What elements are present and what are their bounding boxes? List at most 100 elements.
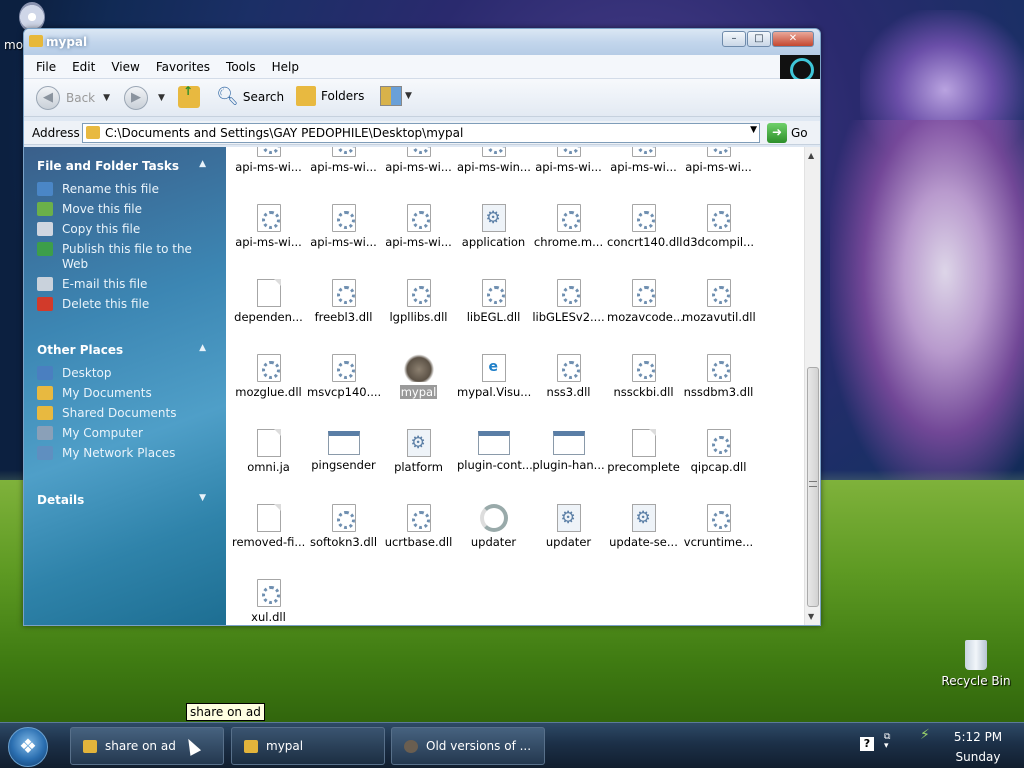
- taskbar-item-old-versions[interactable]: Old versions of ...: [391, 727, 545, 765]
- other-places-header[interactable]: Other Places ▲: [37, 343, 212, 361]
- collapse-icon[interactable]: ▲: [199, 343, 206, 353]
- clock[interactable]: 5:12 PM Sunday: [948, 727, 1008, 767]
- forward-button[interactable]: ▶ ▼: [124, 86, 165, 110]
- scroll-down-icon[interactable]: ▼: [808, 612, 814, 621]
- file-list[interactable]: api-ms-wi... api-ms-wi... api-ms-wi... api-…: [226, 147, 804, 625]
- file-item[interactable]: libEGL.dll: [456, 279, 531, 324]
- desktop-icon-recycle-bin[interactable]: Recycle Bin: [940, 640, 1012, 688]
- file-task-1[interactable]: Move this file: [37, 202, 212, 217]
- file-item[interactable]: pingsender: [306, 429, 381, 472]
- file-item[interactable]: nssckbi.dll: [606, 354, 681, 399]
- details-header[interactable]: Details ▼: [37, 493, 212, 511]
- taskbar-item-share-on-ad[interactable]: share on ad: [70, 727, 224, 765]
- file-item[interactable]: removed-fi...: [231, 504, 306, 549]
- file-item[interactable]: plugin-cont...: [456, 429, 533, 472]
- scroll-up-icon[interactable]: ▲: [808, 151, 814, 160]
- file-task-5[interactable]: Delete this file: [37, 297, 212, 312]
- file-item[interactable]: api-ms-wi...: [381, 147, 456, 174]
- forward-dropdown-icon[interactable]: ▼: [158, 93, 165, 103]
- file-item[interactable]: api-ms-win...: [456, 147, 531, 174]
- file-task-2[interactable]: Copy this file: [37, 222, 212, 237]
- network-icon[interactable]: ⚡: [920, 727, 936, 743]
- file-item[interactable]: mypal.Visu...: [456, 354, 531, 399]
- back-dropdown-icon[interactable]: ▼: [103, 93, 110, 103]
- file-item[interactable]: updater: [456, 504, 531, 549]
- file-item[interactable]: nssdbm3.dll: [681, 354, 756, 399]
- back-button[interactable]: ◀ Back ▼: [36, 86, 110, 110]
- menu-tools[interactable]: Tools: [218, 60, 264, 74]
- file-item[interactable]: omni.ja: [231, 429, 306, 474]
- menu-edit[interactable]: Edit: [64, 60, 103, 74]
- file-item[interactable]: api-ms-wi...: [231, 204, 306, 249]
- file-item[interactable]: precomplete: [606, 429, 681, 474]
- other-place-icon: [37, 366, 53, 380]
- file-item[interactable]: qipcap.dll: [681, 429, 756, 474]
- file-item-label: api-ms-wi...: [385, 235, 452, 249]
- file-task-0[interactable]: Rename this file: [37, 182, 212, 197]
- folders-button[interactable]: Folders: [296, 86, 364, 106]
- file-item[interactable]: xul.dll: [231, 579, 306, 624]
- menu-help[interactable]: Help: [264, 60, 307, 74]
- vertical-scrollbar[interactable]: ▲ ▼: [804, 147, 820, 625]
- address-dropdown-icon[interactable]: ▼: [750, 125, 757, 135]
- file-item[interactable]: updater: [531, 504, 606, 549]
- other-place-0[interactable]: Desktop: [37, 366, 212, 381]
- file-task-3[interactable]: Publish this file to the Web: [37, 242, 212, 272]
- file-item[interactable]: ucrtbase.dll: [381, 504, 456, 549]
- file-item[interactable]: mypal: [381, 354, 456, 399]
- collapse-icon[interactable]: ▲: [199, 159, 206, 169]
- close-button[interactable]: ✕: [772, 31, 814, 47]
- help-icon[interactable]: ?: [860, 737, 874, 751]
- file-item[interactable]: mozavutil.dll: [681, 279, 756, 324]
- menu-view[interactable]: View: [103, 60, 147, 74]
- file-item[interactable]: mozglue.dll: [231, 354, 306, 399]
- maximize-button[interactable]: □: [747, 31, 771, 47]
- file-item[interactable]: libGLESv2....: [531, 279, 606, 324]
- file-item[interactable]: platform: [381, 429, 456, 474]
- file-item[interactable]: api-ms-wi...: [306, 204, 381, 249]
- taskbar-item-mypal[interactable]: mypal: [231, 727, 385, 765]
- file-task-4[interactable]: E-mail this file: [37, 277, 212, 292]
- file-item[interactable]: lgpllibs.dll: [381, 279, 456, 324]
- views-button[interactable]: ▼: [380, 86, 412, 106]
- file-item[interactable]: mozavcode...: [606, 279, 684, 324]
- other-place-3[interactable]: My Computer: [37, 426, 212, 441]
- menu-file[interactable]: File: [28, 60, 64, 74]
- file-item[interactable]: softokn3.dll: [306, 504, 381, 549]
- file-item[interactable]: d3dcompil...: [681, 204, 756, 249]
- file-item[interactable]: vcruntime...: [681, 504, 756, 549]
- go-arrow-icon[interactable]: ➜: [767, 123, 787, 143]
- file-item[interactable]: nss3.dll: [531, 354, 606, 399]
- go-button[interactable]: Go: [791, 126, 808, 140]
- file-item[interactable]: dependen...: [231, 279, 306, 324]
- file-item[interactable]: freebl3.dll: [306, 279, 381, 324]
- file-item[interactable]: application: [456, 204, 531, 249]
- file-item[interactable]: api-ms-wi...: [306, 147, 381, 174]
- menu-favorites[interactable]: Favorites: [148, 60, 218, 74]
- other-place-4[interactable]: My Network Places: [37, 446, 212, 461]
- restore-arrows-icon[interactable]: ⧉ ▾: [884, 733, 890, 768]
- minimize-button[interactable]: –: [722, 31, 746, 47]
- file-item[interactable]: api-ms-wi...: [231, 147, 306, 174]
- file-item[interactable]: api-ms-wi...: [606, 147, 681, 174]
- file-item[interactable]: chrome.m...: [531, 204, 606, 249]
- file-item[interactable]: msvcp140....: [306, 354, 381, 399]
- search-button[interactable]: 🔍︎ Search: [216, 86, 284, 107]
- expand-icon[interactable]: ▼: [199, 493, 206, 503]
- title-bar[interactable]: mypal – □ ✕: [24, 29, 820, 55]
- other-place-label: My Network Places: [62, 446, 176, 460]
- file-item[interactable]: concrt140.dll: [606, 204, 683, 249]
- file-item[interactable]: api-ms-wi...: [531, 147, 606, 174]
- other-place-2[interactable]: Shared Documents: [37, 406, 212, 421]
- dll-file-icon: [256, 204, 281, 232]
- file-folder-tasks-header[interactable]: File and Folder Tasks ▲: [37, 159, 212, 177]
- other-place-1[interactable]: My Documents: [37, 386, 212, 401]
- file-item[interactable]: update-se...: [606, 504, 681, 549]
- start-button[interactable]: [8, 727, 48, 767]
- up-folder-button[interactable]: ↑: [178, 84, 200, 108]
- file-item[interactable]: plugin-han...: [531, 429, 606, 472]
- scroll-thumb[interactable]: [807, 367, 819, 607]
- address-input[interactable]: C:\Documents and Settings\GAY PEDOPHILE\…: [82, 123, 760, 143]
- file-item[interactable]: api-ms-wi...: [681, 147, 756, 174]
- file-item[interactable]: api-ms-wi...: [381, 204, 456, 249]
